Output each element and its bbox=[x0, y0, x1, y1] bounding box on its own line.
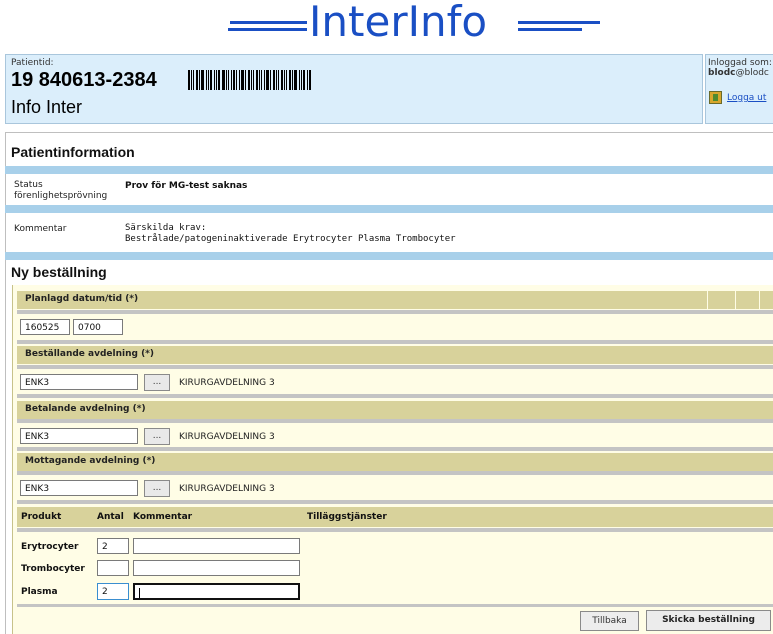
date-input[interactable]: 160525 bbox=[20, 319, 70, 335]
patient-id: 19 840613-2384 bbox=[11, 69, 157, 91]
planned-header: Planlagd datum/tid (*) bbox=[17, 291, 773, 309]
login-panel: Inloggad som: blodc@blodc Logga ut bbox=[705, 54, 773, 124]
product-name-plasma: Plasma bbox=[21, 587, 58, 597]
patient-header: Patientid: 19 840613-2384 Info Inter bbox=[5, 54, 703, 124]
paying-label: Betalande avdelning (*) bbox=[25, 404, 146, 414]
paying-dept-input[interactable]: ENK3 bbox=[20, 428, 138, 444]
divider bbox=[17, 310, 773, 314]
time-input[interactable]: 0700 bbox=[73, 319, 123, 335]
receiving-dept-name: KIRURGAVDELNING 3 bbox=[179, 484, 275, 494]
ordering-label: Beställande avdelning (*) bbox=[25, 349, 155, 359]
app-logo: InterInfo bbox=[0, 0, 773, 46]
receiving-label: Mottagande avdelning (*) bbox=[25, 456, 156, 466]
comment-input-erytrocyter[interactable] bbox=[133, 538, 300, 554]
divider bbox=[5, 205, 773, 213]
patient-id-label: Patientid: bbox=[11, 58, 54, 68]
logo-text: InterInfo bbox=[309, 0, 488, 46]
divider bbox=[17, 340, 773, 344]
divider bbox=[17, 394, 773, 398]
user-name: blodc bbox=[708, 68, 736, 78]
quantity-input-trombocyter[interactable] bbox=[97, 560, 129, 576]
comment-line-2: Bestrålade/patogeninaktiverade Erytrocyt… bbox=[125, 234, 456, 244]
user-domain: @blodc bbox=[735, 68, 769, 78]
logout-icon[interactable] bbox=[709, 91, 722, 104]
divider bbox=[17, 528, 773, 532]
divider bbox=[17, 604, 773, 607]
column-header-quantity: Antal bbox=[97, 512, 124, 522]
quantity-input-erytrocyter[interactable]: 2 bbox=[97, 538, 129, 554]
divider bbox=[5, 252, 773, 260]
order-form: Planlagd datum/tid (*) 160525 0700 Bestä… bbox=[12, 285, 773, 634]
comment-input-plasma[interactable] bbox=[133, 583, 300, 600]
comment-line-1: Särskilda krav: bbox=[125, 223, 207, 233]
divider bbox=[17, 471, 773, 475]
receiving-lookup-button[interactable]: ... bbox=[144, 480, 170, 497]
paying-lookup-button[interactable]: ... bbox=[144, 428, 170, 445]
paying-header: Betalande avdelning (*) bbox=[17, 401, 773, 419]
logged-in-label: Inloggad som: bbox=[708, 58, 772, 68]
paying-dept-name: KIRURGAVDELNING 3 bbox=[179, 432, 275, 442]
quantity-input-plasma[interactable]: 2 bbox=[97, 583, 129, 600]
divider bbox=[17, 419, 773, 423]
ordering-lookup-button[interactable]: ... bbox=[144, 374, 170, 391]
ordering-dept-name: KIRURGAVDELNING 3 bbox=[179, 378, 275, 388]
product-name-trombocyter: Trombocyter bbox=[21, 564, 85, 574]
patient-info-title: Patientinformation bbox=[11, 144, 135, 160]
order-title: Ny beställning bbox=[11, 264, 107, 280]
divider bbox=[5, 166, 773, 174]
column-header-product: Produkt bbox=[21, 512, 62, 522]
receiving-header: Mottagande avdelning (*) bbox=[17, 453, 773, 471]
text-cursor bbox=[139, 588, 140, 598]
divider bbox=[17, 365, 773, 369]
ordering-dept-input[interactable]: ENK3 bbox=[20, 374, 138, 390]
logged-in-user: blodc@blodc bbox=[708, 68, 769, 78]
back-button[interactable]: Tillbaka bbox=[580, 611, 639, 631]
patient-name: Info Inter bbox=[11, 97, 83, 117]
divider bbox=[17, 447, 773, 451]
product-name-erytrocyter: Erytrocyter bbox=[21, 542, 79, 552]
barcode-icon bbox=[188, 70, 312, 90]
column-header-comment: Kommentar bbox=[133, 512, 193, 522]
status-value: Prov för MG-test saknas bbox=[125, 181, 248, 191]
receiving-dept-input[interactable]: ENK3 bbox=[20, 480, 138, 496]
column-header-addons: Tilläggstjänster bbox=[307, 512, 387, 522]
logout-link[interactable]: Logga ut bbox=[727, 93, 766, 103]
comment-input-trombocyter[interactable] bbox=[133, 560, 300, 576]
submit-order-button[interactable]: Skicka beställning bbox=[646, 610, 771, 631]
planned-label: Planlagd datum/tid (*) bbox=[25, 294, 139, 304]
product-table-header: Produkt Antal Kommentar Tilläggstjänster bbox=[17, 507, 773, 527]
divider bbox=[17, 500, 773, 504]
comment-label: Kommentar bbox=[14, 224, 67, 234]
status-label: Status förenlighetsprövning bbox=[14, 180, 108, 201]
ordering-header: Beställande avdelning (*) bbox=[17, 346, 773, 364]
